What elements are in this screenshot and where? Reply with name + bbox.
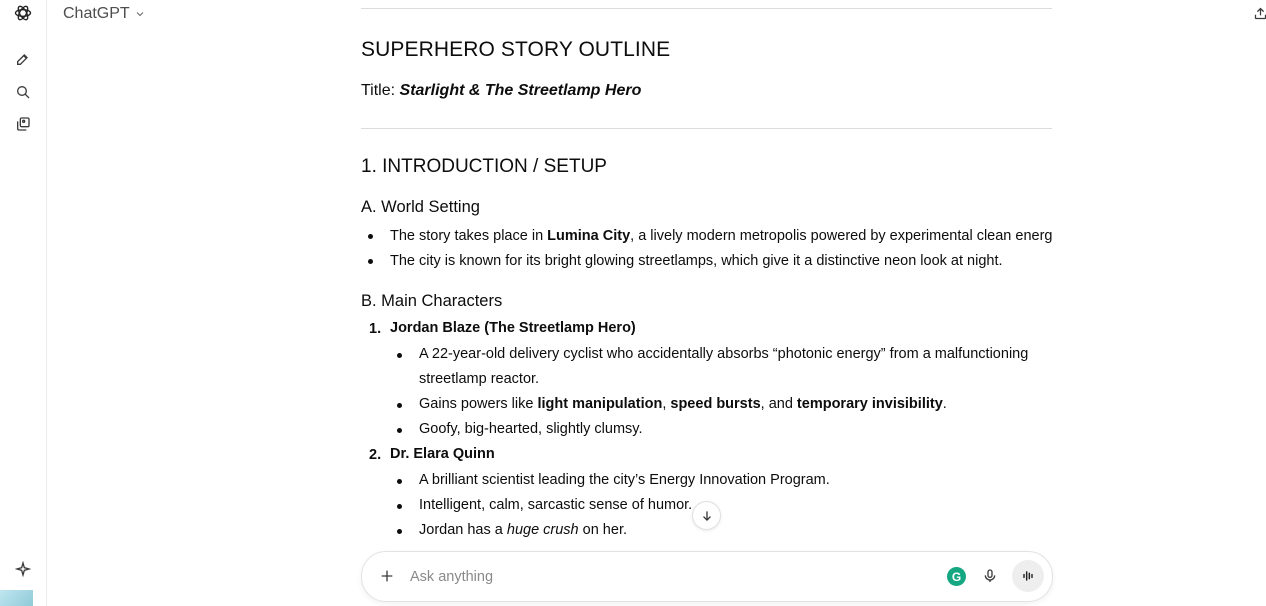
sparkle-icon[interactable] [12,558,34,580]
openai-logo-icon[interactable] [12,2,34,24]
list-number: 2. [369,447,382,463]
title-value: Starlight & The Streetlamp Hero [399,82,642,99]
bullet [397,353,402,358]
arrow-down-icon [702,510,711,521]
workspace-thumbnail[interactable] [0,590,33,606]
voice-mode-button[interactable] [1012,560,1044,592]
bullet [397,428,402,433]
plus-icon[interactable] [376,565,398,587]
bullet [397,529,402,534]
new-chat-icon[interactable] [12,48,34,70]
section-heading: 1. INTRODUCTION / SETUP [361,156,607,177]
grammarly-icon[interactable]: G [947,567,966,586]
list-item: Goofy, big-hearted, slightly clumsy. [419,421,643,437]
search-icon[interactable] [12,81,34,103]
bullet [397,504,402,509]
list-item: Gains powers like light manipulation, sp… [419,396,947,412]
model-name: ChatGPT [63,5,130,22]
character-name: Jordan Blaze (The Streetlamp Hero) [390,320,636,336]
list-item: Intelligent, calm, sarcastic sense of hu… [419,497,693,513]
list-item-continuation: streetlamp reactor. [419,371,540,387]
voice-mode-icon [1023,571,1033,581]
bullet [397,403,402,408]
list-item: Jordan has a huge crush on her. [419,522,627,538]
list-item: A 22-year-old delivery cyclist who accid… [419,346,1029,362]
list-number: 1. [369,321,382,337]
list-item: The story takes place in Lumina City, a … [390,228,1052,244]
bullet [397,479,402,484]
subsection-heading: A. World Setting [361,198,480,216]
message-input[interactable] [408,564,932,590]
chevron-down-icon [136,12,144,17]
list-item: A brilliant scientist leading the city’s… [419,472,830,488]
bullet [368,259,373,264]
title-label: Title: [361,82,400,99]
scroll-to-bottom-button[interactable] [692,501,721,530]
library-icon[interactable] [12,113,34,135]
bullet [368,234,373,239]
model-switcher[interactable]: ChatGPT [63,4,146,24]
microphone-icon[interactable] [979,565,1001,587]
share-icon[interactable] [1251,4,1266,22]
divider [361,8,1052,9]
sidebar-rail [0,0,47,606]
story-title-line: Title: Starlight & The Streetlamp Hero [361,82,641,100]
outline-heading: SUPERHERO STORY OUTLINE [361,38,671,61]
character-name: Dr. Elara Quinn [390,446,495,462]
list-item: The city is known for its bright glowing… [390,253,1003,269]
assistant-message: SUPERHERO STORY OUTLINE Title: Starlight… [361,0,1052,548]
subsection-heading: B. Main Characters [361,292,503,310]
composer: G [361,551,1053,602]
divider [361,128,1052,129]
